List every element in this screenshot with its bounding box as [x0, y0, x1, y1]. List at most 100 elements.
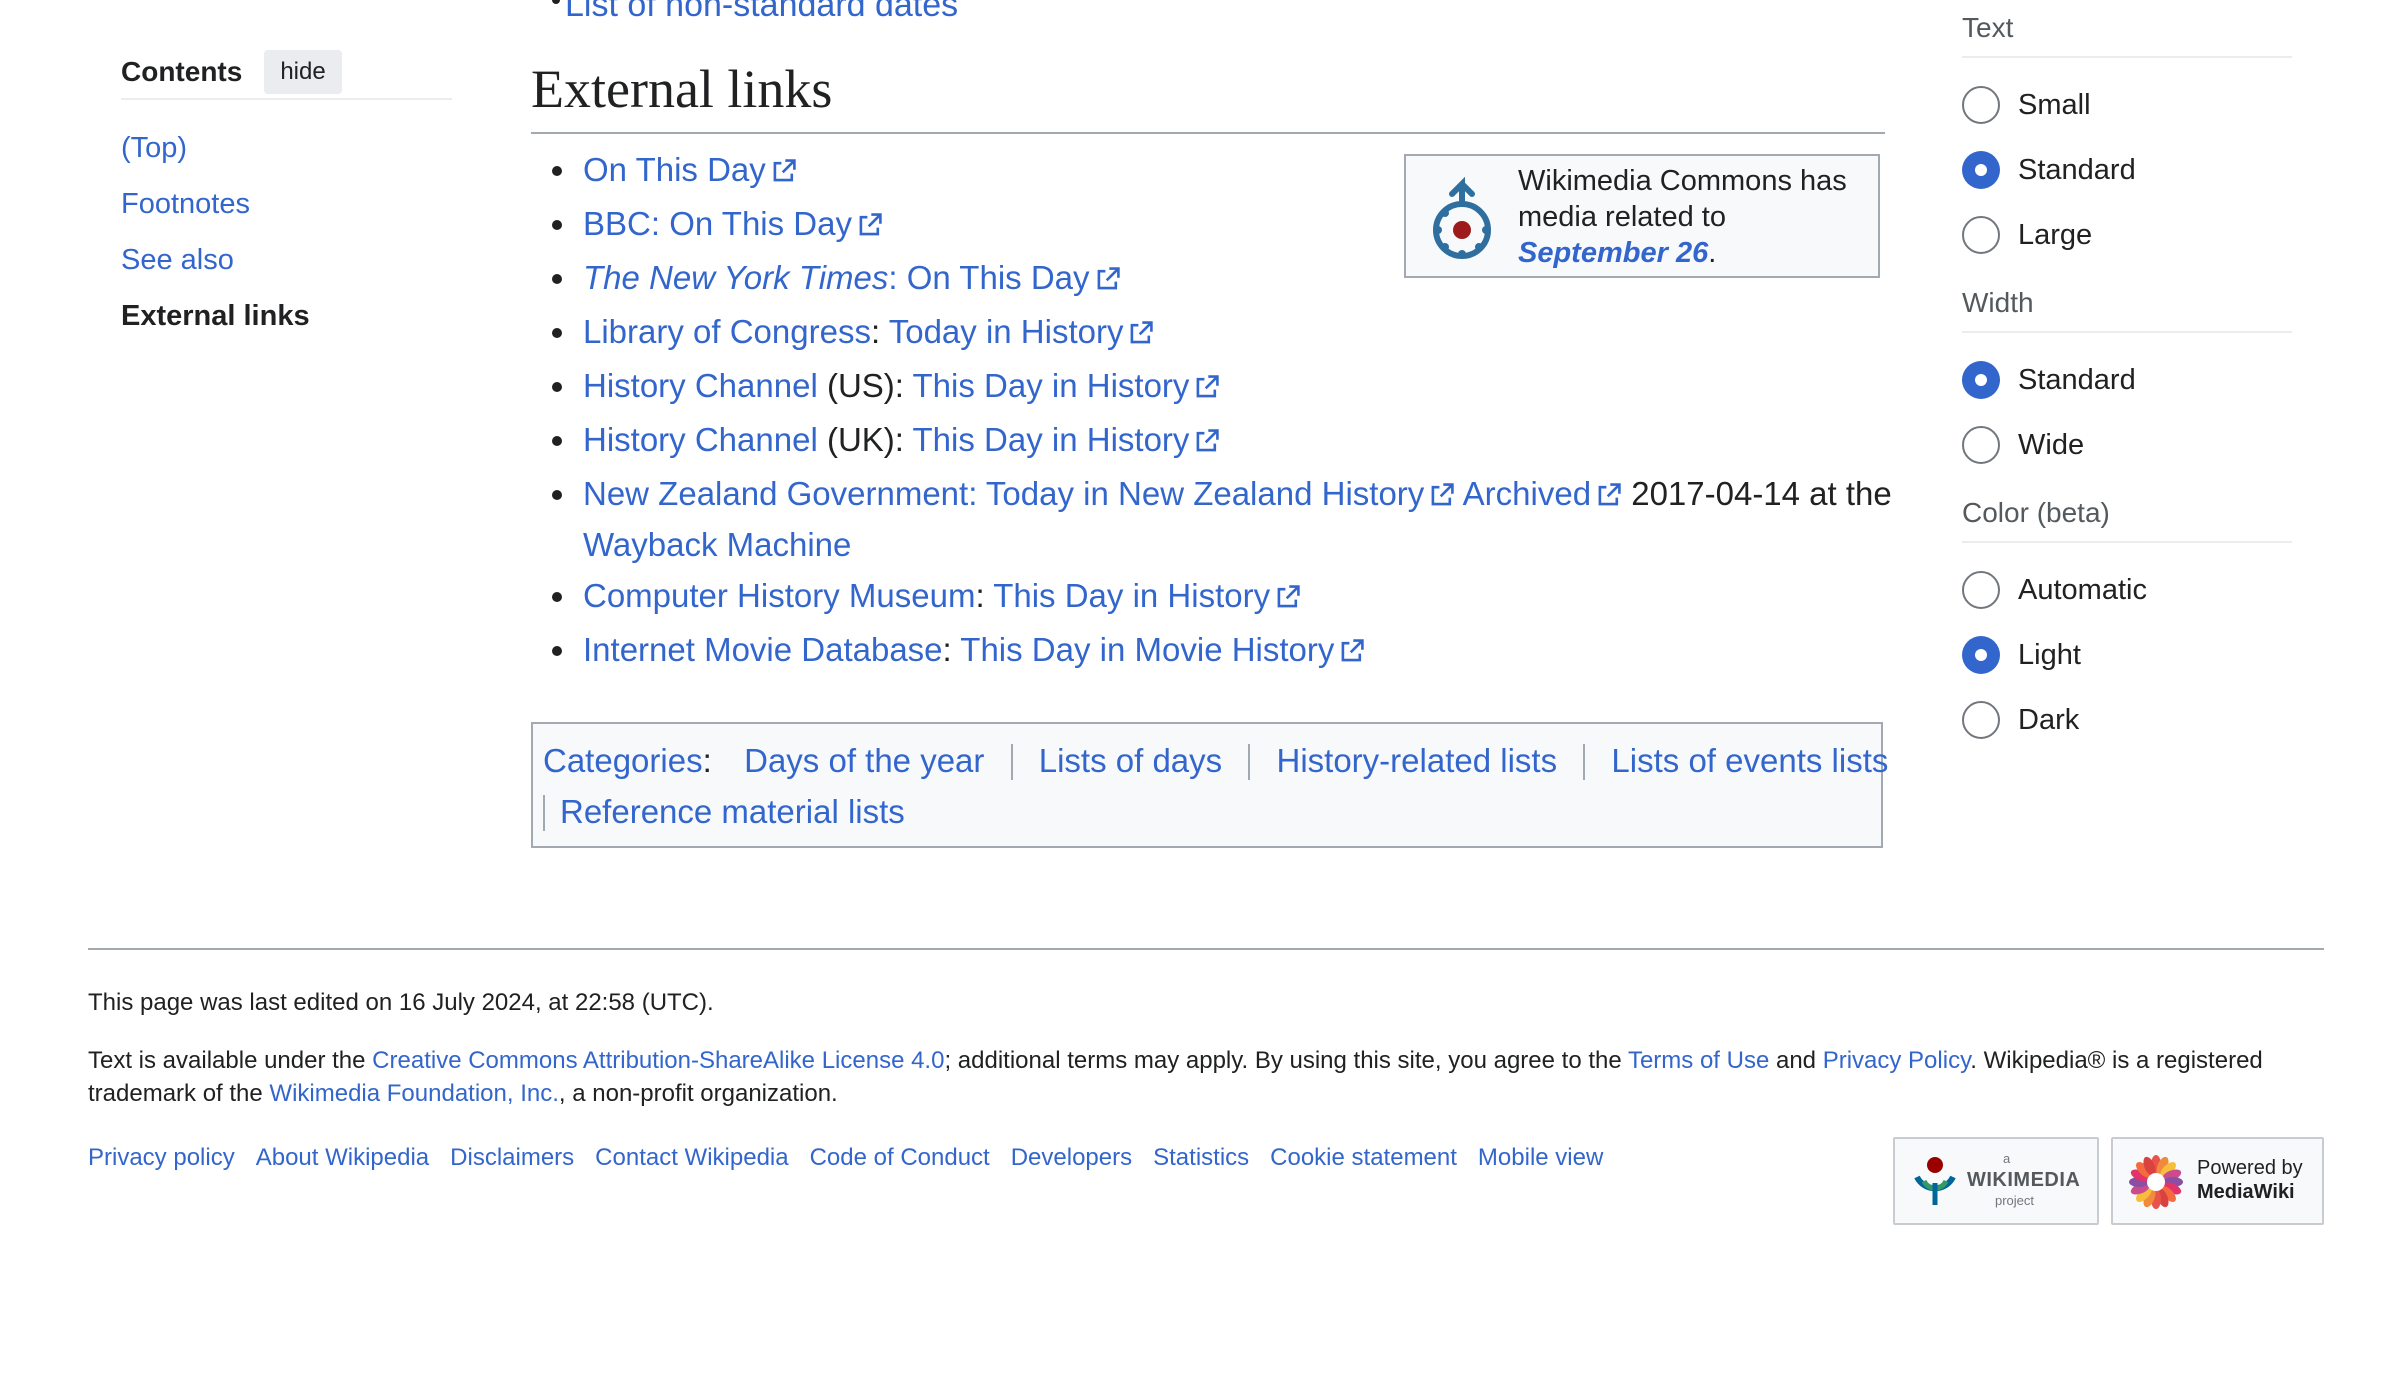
- appearance-group-title: Text: [1962, 12, 2292, 58]
- commons-text: Wikimedia Commons has media related to: [1518, 165, 1847, 233]
- appearance-option[interactable]: Automatic: [1962, 570, 2147, 610]
- external-link[interactable]: History Channel: [583, 367, 818, 404]
- external-link[interactable]: Today in History: [889, 313, 1124, 350]
- wikimedia-foundation-link[interactable]: Wikimedia Foundation, Inc.: [269, 1080, 558, 1107]
- footer-link[interactable]: Disclaimers: [450, 1144, 574, 1171]
- cc-license-link[interactable]: Creative Commons Attribution-ShareAlike …: [372, 1047, 944, 1074]
- list-item-body: Internet Movie Database: This Day in Mov…: [583, 624, 1365, 675]
- terms-of-use-link[interactable]: Terms of Use: [1628, 1047, 1769, 1074]
- appearance-group-title: Width: [1962, 287, 2292, 333]
- category-separator: [543, 795, 545, 831]
- category-link[interactable]: Reference material lists: [560, 793, 905, 830]
- radio-label: Large: [2018, 218, 2093, 251]
- appearance-option[interactable]: Small: [1962, 85, 2091, 125]
- categories-colon: :: [702, 742, 712, 779]
- footer-link[interactable]: Developers: [1011, 1144, 1132, 1171]
- appearance-option[interactable]: Wide: [1962, 425, 2084, 465]
- external-link[interactable]: On This Day: [583, 151, 766, 188]
- category-link[interactable]: Lists of events lists: [1611, 742, 1888, 779]
- appearance-group-title: Color (beta): [1962, 497, 2292, 543]
- radio-unselected[interactable]: [1962, 86, 2000, 124]
- wmf-badge-title: WIKIMEDIA: [1967, 1169, 2081, 1191]
- appearance-option[interactable]: Light: [1962, 635, 2081, 675]
- radio-label: Dark: [2018, 703, 2080, 736]
- wikimedia-project-badge[interactable]: a WIKIMEDIA project: [1893, 1137, 2099, 1225]
- footer-link[interactable]: Mobile view: [1478, 1144, 1603, 1171]
- footer-divider: [88, 948, 2324, 950]
- appearance-option[interactable]: Large: [1962, 215, 2092, 255]
- radio-unselected[interactable]: [1962, 571, 2000, 609]
- wikimedia-logo-icon: [1914, 1157, 1956, 1205]
- license-text: and: [1769, 1047, 1823, 1074]
- list-item-body: On This Day: [583, 144, 797, 195]
- external-link[interactable]: This Day in Movie History: [960, 631, 1334, 668]
- category-row-1: Categories: Days of the year Lists of da…: [543, 735, 1888, 786]
- list-item-body: The New York Times: On This Day: [583, 252, 1121, 303]
- radio-selected[interactable]: [1962, 151, 2000, 189]
- external-link-icon: [1197, 375, 1220, 398]
- radio-label: Small: [2018, 88, 2091, 121]
- external-link[interactable]: This Day in History: [993, 577, 1270, 614]
- footer-link[interactable]: Statistics: [1153, 1144, 1249, 1171]
- appearance-option[interactable]: Dark: [1962, 700, 2079, 740]
- link-list-of-non-standard-dates[interactable]: List of non-standard dates: [565, 0, 958, 25]
- appearance-option[interactable]: Standard: [1962, 150, 2136, 190]
- commons-end: .: [1708, 237, 1717, 269]
- license-text: . Wikipedia® is a registered: [1970, 1047, 2263, 1074]
- radio-selected[interactable]: [1962, 636, 2000, 674]
- wayback-machine-link[interactable]: Wayback Machine: [583, 526, 851, 563]
- link-text: :: [942, 631, 961, 668]
- external-link[interactable]: Internet Movie Database: [583, 631, 943, 668]
- link-text: :: [975, 577, 994, 614]
- footer-link[interactable]: Contact Wikipedia: [595, 1144, 788, 1171]
- category-links-box: Categories: Days of the year Lists of da…: [531, 722, 1888, 848]
- mw-badge-bottom: MediaWiki: [2197, 1181, 2295, 1203]
- footer-link[interactable]: Code of Conduct: [810, 1144, 990, 1171]
- toc-item-external-links[interactable]: External links: [121, 300, 310, 333]
- categories-label-link[interactable]: Categories: [543, 742, 703, 779]
- commons-link-september-26[interactable]: September 26: [1518, 237, 1708, 269]
- mediawiki-logo-icon: [2129, 1155, 2183, 1209]
- radio-selected[interactable]: [1962, 361, 2000, 399]
- external-link[interactable]: This Day in History: [913, 421, 1190, 458]
- toc-item-footnotes[interactable]: Footnotes: [121, 188, 250, 221]
- radio-unselected[interactable]: [1962, 701, 2000, 739]
- category-separator: [1010, 744, 1013, 780]
- list-bullet: [552, 0, 560, 4]
- footer-link[interactable]: Privacy policy: [88, 1144, 235, 1171]
- link-text: (US):: [817, 367, 913, 404]
- radio-unselected[interactable]: [1962, 426, 2000, 464]
- external-link-icon: [1341, 639, 1365, 662]
- external-link[interactable]: Archived: [1463, 475, 1591, 512]
- link-text: 2017-04-14 at the: [1622, 475, 1892, 512]
- list-item-body: History Channel (UK): This Day in Histor…: [583, 414, 1220, 465]
- external-link[interactable]: History Channel: [583, 421, 818, 458]
- appearance-option[interactable]: Standard: [1962, 360, 2136, 400]
- radio-label: Standard: [2018, 363, 2136, 396]
- category-link[interactable]: History-related lists: [1277, 742, 1558, 779]
- external-link-icon: [1277, 585, 1300, 608]
- external-link[interactable]: This Day in History: [913, 367, 1190, 404]
- external-link[interactable]: The New York Times: [583, 259, 888, 296]
- radio-unselected[interactable]: [1962, 216, 2000, 254]
- external-link[interactable]: Computer History Museum: [583, 577, 975, 614]
- toc-hide-button[interactable]: hide: [264, 50, 342, 94]
- privacy-policy-inline-link[interactable]: Privacy Policy: [1823, 1047, 1971, 1074]
- table-of-contents: Contents hide (Top) Footnotes See also E…: [121, 46, 452, 332]
- category-link[interactable]: Lists of days: [1039, 742, 1222, 779]
- category-row-2: Reference material lists: [543, 786, 905, 837]
- license-text: Text is available under the: [88, 1047, 373, 1074]
- toc-item-top[interactable]: (Top): [121, 132, 187, 165]
- external-link[interactable]: New Zealand Government: Today in New Zea…: [583, 475, 1424, 512]
- toc-item-see-also[interactable]: See also: [121, 244, 234, 277]
- list-item-body: BBC: On This Day: [583, 198, 883, 249]
- license-text: , a non-profit organization.: [558, 1080, 838, 1107]
- external-link[interactable]: Library of Congress: [583, 313, 871, 350]
- footer-links: Privacy policy About Wikipedia Disclaimers…: [88, 1144, 1624, 1172]
- footer-link[interactable]: About Wikipedia: [256, 1144, 429, 1171]
- category-link[interactable]: Days of the year: [744, 742, 984, 779]
- footer-link[interactable]: Cookie statement: [1270, 1144, 1457, 1171]
- external-link[interactable]: : On This Day: [888, 259, 1089, 296]
- powered-by-mediawiki-badge[interactable]: Powered by MediaWiki: [2111, 1137, 2324, 1225]
- external-link[interactable]: BBC: On This Day: [583, 205, 852, 242]
